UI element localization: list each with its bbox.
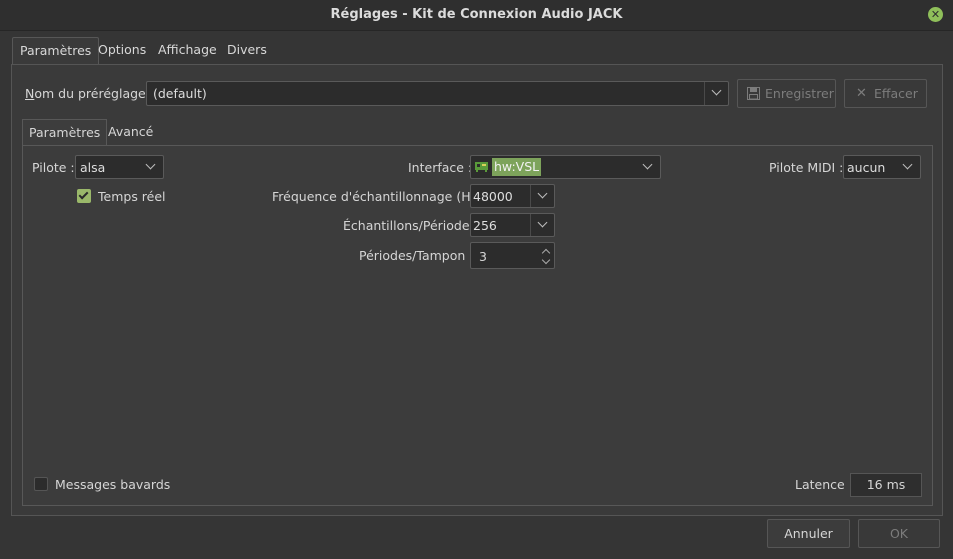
realtime-checkbox[interactable] bbox=[77, 189, 91, 203]
preset-value: (default) bbox=[153, 86, 207, 101]
frames-period-label: Échantillons/Période : bbox=[343, 218, 478, 233]
midi-driver-value: aucun bbox=[847, 160, 886, 175]
driver-label: Pilote : bbox=[32, 160, 75, 175]
audio-card-icon bbox=[475, 162, 488, 172]
cancel-button[interactable]: Annuler bbox=[767, 519, 850, 548]
delete-preset-button[interactable]: ✕ Effacer bbox=[844, 79, 927, 108]
realtime-label: Temps réel bbox=[98, 189, 166, 204]
chevron-down-icon[interactable] bbox=[896, 156, 920, 178]
chevron-down-icon[interactable] bbox=[704, 82, 728, 105]
preset-label-rest: om du préréglage : bbox=[34, 86, 154, 101]
tab-inner-avance[interactable]: Avancé bbox=[102, 119, 159, 146]
interface-combo[interactable]: hw:VSL bbox=[470, 155, 661, 179]
spin-down-icon[interactable] bbox=[542, 257, 550, 265]
floppy-disk-icon bbox=[747, 87, 760, 100]
chevron-down-icon[interactable] bbox=[139, 156, 163, 178]
latency-label: Latence : bbox=[795, 477, 853, 492]
driver-value: alsa bbox=[80, 160, 106, 175]
delete-icon: ✕ bbox=[856, 86, 867, 101]
tab-options[interactable]: Options bbox=[91, 37, 153, 65]
sample-rate-value: 48000 bbox=[473, 189, 513, 204]
interface-value[interactable]: hw:VSL bbox=[492, 158, 542, 176]
delete-preset-label: Effacer bbox=[874, 86, 918, 101]
close-icon[interactable]: ✕ bbox=[928, 7, 943, 22]
verbose-label: Messages bavards bbox=[55, 477, 171, 492]
periods-buffer-spinbox[interactable]: 3 bbox=[470, 242, 555, 269]
ok-button[interactable]: OK bbox=[858, 519, 940, 548]
tab-affichage[interactable]: Affichage bbox=[151, 37, 224, 65]
verbose-checkbox[interactable] bbox=[34, 477, 48, 491]
sample-rate-combo[interactable]: 48000 bbox=[470, 184, 555, 208]
chevron-down-icon[interactable] bbox=[530, 214, 554, 236]
title-bar: Réglages - Kit de Connexion Audio JACK ✕ bbox=[0, 0, 953, 31]
frames-period-value: 256 bbox=[473, 218, 497, 233]
latency-value: 16 ms bbox=[850, 473, 922, 497]
tab-inner-parametres[interactable]: Paramètres bbox=[22, 119, 108, 146]
window-title: Réglages - Kit de Connexion Audio JACK bbox=[330, 7, 623, 22]
chevron-down-icon[interactable] bbox=[530, 185, 554, 207]
save-preset-label: Enregistrer bbox=[765, 86, 834, 101]
driver-combo[interactable]: alsa bbox=[75, 155, 164, 179]
frames-period-combo[interactable]: 256 bbox=[470, 213, 555, 237]
tab-divers[interactable]: Divers bbox=[220, 37, 274, 65]
save-preset-button[interactable]: Enregistrer bbox=[737, 79, 836, 108]
sample-rate-label: Fréquence d'échantillonnage (Hz) : bbox=[272, 189, 491, 204]
midi-driver-combo[interactable]: aucun bbox=[843, 155, 921, 179]
chevron-down-icon[interactable] bbox=[636, 156, 660, 178]
tab-parametres[interactable]: Paramètres bbox=[12, 37, 100, 65]
preset-label: Nom du préréglage : bbox=[25, 86, 154, 101]
spin-up-icon[interactable] bbox=[542, 247, 550, 255]
periods-buffer-value: 3 bbox=[479, 249, 487, 264]
interface-label: Interface : bbox=[408, 160, 473, 175]
midi-driver-label: Pilote MIDI : bbox=[769, 160, 844, 175]
periods-buffer-label: Périodes/Tampon : bbox=[359, 248, 474, 263]
preset-combo[interactable]: (default) bbox=[146, 81, 729, 106]
